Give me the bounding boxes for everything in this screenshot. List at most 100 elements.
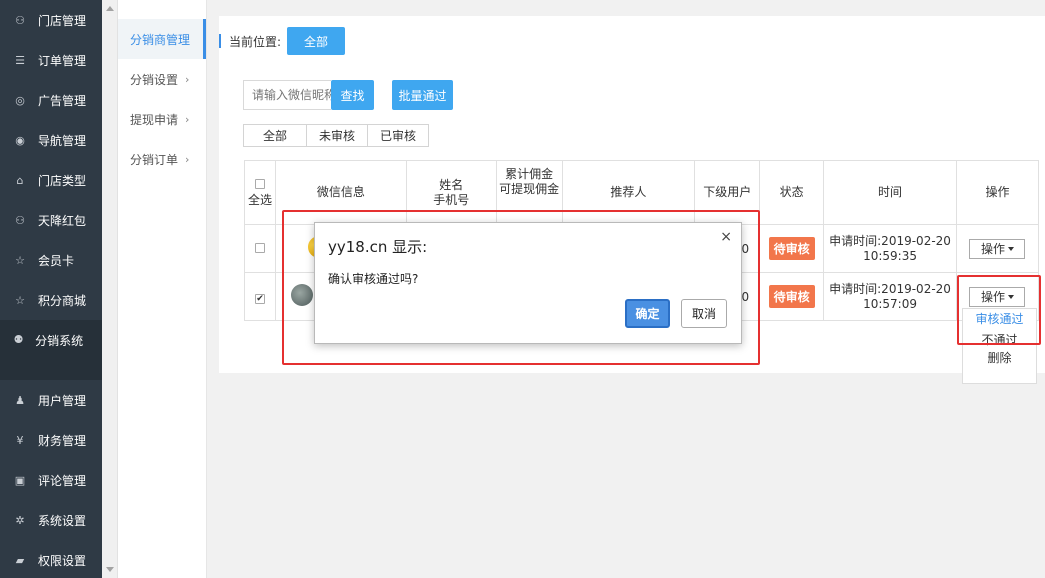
sidebar-item-label: 用户管理	[38, 393, 87, 408]
status-badge: 待审核	[768, 237, 815, 260]
sidebar-item-label: 财务管理	[38, 433, 87, 448]
sidebar-item-10[interactable]: ¥ 财务管理	[0, 420, 102, 460]
sidebar-item-label: 天降红包	[38, 213, 87, 228]
name-phone-header: 姓名 手机号	[405, 160, 497, 225]
sidebar-item-label: 订单管理	[38, 53, 87, 68]
confirm-dialog: yy18.cn 显示: × 确认审核通过吗? 确定 取消	[314, 222, 742, 344]
delete-option[interactable]: 删除	[963, 351, 1036, 369]
breadcrumb-bar	[219, 34, 221, 48]
action-select[interactable]: 操作	[969, 238, 1026, 259]
sidebar-item-7[interactable]: ☆ 积分商城	[0, 280, 102, 320]
sidebar-item-label: 系统设置	[38, 513, 87, 528]
compass-icon: ◉	[15, 133, 25, 147]
money-icon: ▣	[14, 473, 26, 487]
status-header: 状态	[759, 160, 825, 225]
sidebar-item-label: 导航管理	[38, 133, 87, 148]
submenu-item-label: 分销设置	[130, 72, 179, 87]
row-checkbox-cell: ✔	[244, 272, 276, 321]
sidebar-item-label: 积分商城	[38, 293, 87, 308]
sidebar-item-label: 门店管理	[38, 13, 87, 28]
lifebuoy-icon: ◎	[15, 93, 25, 107]
select-all-checkbox[interactable]	[254, 178, 265, 189]
sidebar-item-2[interactable]: ◎ 广告管理	[0, 80, 102, 120]
sidebar-scrollbar[interactable]	[102, 0, 118, 578]
ok-button[interactable]: 确定	[625, 299, 670, 328]
submenu-item-label: 提现申请	[130, 112, 179, 127]
dialog-title: yy18.cn 显示:	[328, 238, 428, 256]
breadcrumb-all-button[interactable]: 全部	[287, 27, 346, 55]
batch-approve-button[interactable]: 批量通过	[392, 80, 453, 110]
status-badge: 待审核	[768, 285, 815, 308]
yen-icon: ¥	[16, 433, 24, 447]
tab-reviewed[interactable]: 已审核	[367, 124, 430, 147]
tab-all[interactable]: 全部	[243, 124, 307, 147]
chevron-right-icon: ›	[185, 112, 190, 126]
action-cell: 操作	[955, 224, 1040, 273]
submenu-item-1[interactable]: 分销设置 ›	[118, 59, 206, 99]
submenu-item-0[interactable]: 分销商管理	[118, 19, 206, 59]
submenu-item-2[interactable]: 提现申请 ›	[118, 99, 206, 139]
action-select-label: 操作	[980, 290, 1005, 304]
sidebar-item-4[interactable]: ⌂ 门店类型	[0, 160, 102, 200]
sidebar-item-6[interactable]: ☆ 会员卡	[0, 240, 102, 280]
action-select-label: 操作	[980, 242, 1005, 256]
star-icon: ☆	[15, 253, 25, 267]
wechat-header: 微信信息	[274, 160, 407, 225]
sub-users-header: 下级用户	[694, 160, 761, 225]
users-icon: ⚉	[13, 332, 24, 346]
referrer-header: 推荐人	[561, 160, 696, 225]
breadcrumb-label: 当前位置:	[229, 34, 282, 49]
star-icon: ☆	[15, 293, 25, 307]
reject-option[interactable]: 不通过	[963, 330, 1036, 351]
user-icon: ♟	[15, 393, 25, 407]
action-select[interactable]: 操作	[969, 286, 1026, 307]
action-dropdown: 审核通过 不通过 删除	[962, 308, 1037, 384]
time-header: 时间	[823, 160, 957, 225]
submenu-item-3[interactable]: 分销订单 ›	[118, 139, 206, 179]
sidebar-item-0[interactable]: ⚇ 门店管理	[0, 0, 102, 40]
submenu: 分销商管理分销设置 › 提现申请 › 分销订单 ›	[118, 0, 207, 578]
row-checkbox-cell	[244, 224, 276, 273]
sidebar-item-label: 会员卡	[38, 253, 75, 268]
sidebar-item-label: 广告管理	[38, 93, 87, 108]
sidebar-item-13[interactable]: ▰ 权限设置	[0, 540, 102, 578]
commission-header: 累计佣金 可提现佣金	[495, 160, 563, 225]
gift-icon: ⚇	[15, 213, 25, 227]
caret-down-icon	[1007, 294, 1014, 299]
submenu-item-label: 分销商管理	[130, 32, 191, 47]
breadcrumb: 当前位置: 全部	[219, 26, 346, 56]
approve-option[interactable]: 审核通过	[963, 309, 1036, 330]
cancel-button[interactable]: 取消	[681, 299, 727, 328]
sidebar-item-label: 评论管理	[38, 473, 87, 488]
status-cell: 待审核	[759, 224, 825, 273]
store-icon: ⚇	[15, 13, 25, 27]
action-header: 操作	[955, 160, 1040, 225]
status-cell: 待审核	[759, 272, 825, 321]
time-cell: 申请时间:2019-02-20 10:57:09	[823, 272, 957, 321]
find-button[interactable]: 查找	[331, 80, 374, 110]
sidebar-item-8[interactable]: ⚉ 分销系统	[0, 320, 102, 380]
main-sidebar: ⚇ 门店管理 ☰ 订单管理 ◎ 广告管理 ◉ 导航管理 ⌂ 门店类型 ⚇ 天降红包 ☆ 会员卡 ☆ 积分商城 ⚉…	[0, 0, 102, 578]
search-input[interactable]	[243, 80, 331, 110]
dialog-message: 确认审核通过吗?	[328, 272, 419, 286]
table-header-row: 全选 微信信息 姓名 手机号 累计佣金 可提现佣金 推荐人 下级用户 状态 时间…	[244, 160, 1040, 225]
sidebar-item-1[interactable]: ☰ 订单管理	[0, 40, 102, 80]
row-checkbox[interactable]: ✔	[254, 293, 265, 304]
filter-tabs: 全部 未审核 已审核	[243, 124, 430, 147]
sidebar-item-label: 权限设置	[38, 553, 87, 568]
caret-down-icon	[1007, 246, 1014, 251]
sidebar-item-3[interactable]: ◉ 导航管理	[0, 120, 102, 160]
sidebar-item-9[interactable]: ♟ 用户管理	[0, 380, 102, 420]
phone-header: 手机号	[433, 192, 470, 207]
sidebar-item-label: 分销系统	[35, 334, 84, 348]
tab-unreviewed[interactable]: 未审核	[306, 124, 369, 147]
sidebar-item-12[interactable]: ✲ 系统设置	[0, 500, 102, 540]
chevron-right-icon: ›	[185, 72, 190, 86]
scroll-down-arrow-icon[interactable]	[106, 567, 114, 572]
scroll-up-arrow-icon[interactable]	[106, 6, 114, 11]
sidebar-item-5[interactable]: ⚇ 天降红包	[0, 200, 102, 240]
close-icon[interactable]: ×	[720, 229, 732, 245]
select-all-label: 全选	[247, 192, 272, 207]
row-checkbox[interactable]	[254, 242, 265, 253]
sidebar-item-11[interactable]: ▣ 评论管理	[0, 460, 102, 500]
